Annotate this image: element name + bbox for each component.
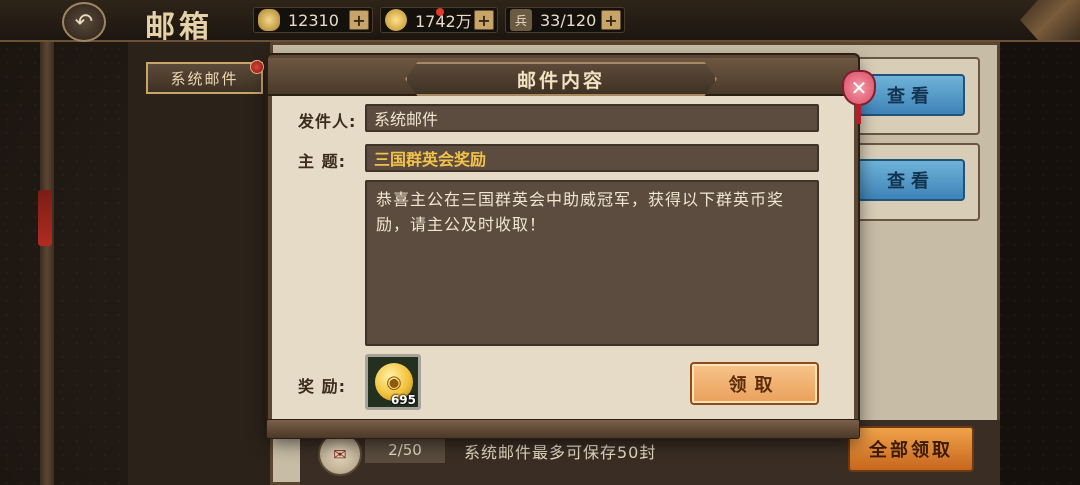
sender-field: 系统邮件 [365, 104, 819, 132]
reward-item-slot[interactable]: ◉ 695 [365, 354, 421, 410]
tab-system-mail[interactable]: 系统邮件 [146, 62, 263, 94]
decorative-tassel [38, 190, 52, 246]
ingot-amount: 12310 [288, 10, 339, 30]
page-title: 邮箱 [145, 10, 213, 45]
mail-body: 恭喜主公在三国群英会中助威冠军，获得以下群英币奖励，请主公及时收取！ [365, 180, 819, 346]
close-button[interactable]: ✕ [842, 70, 876, 106]
notification-dot [436, 8, 444, 16]
troop-amount: 33/120 [540, 10, 597, 30]
back-arrow-icon: ↶ [74, 9, 94, 35]
resource-ingot: 12310 + [253, 7, 373, 33]
mail-count: 2/50 [365, 437, 445, 463]
add-ingot-button[interactable]: + [349, 10, 369, 30]
ingot-icon [258, 9, 280, 31]
view-mail-button[interactable]: 查看 [857, 159, 965, 201]
coin-icon [385, 9, 407, 31]
sender-label: 发件人: [298, 112, 357, 131]
claim-button[interactable]: 领取 [690, 362, 819, 405]
troop-icon: 兵 [510, 9, 532, 31]
resource-troop: 兵 33/120 + [505, 7, 625, 33]
close-icon: ✕ [850, 76, 868, 100]
mail-category-panel [128, 42, 276, 485]
decorative-tassel [855, 104, 861, 124]
subject-label: 主 题: [298, 152, 346, 171]
add-troop-button[interactable]: + [601, 10, 621, 30]
reward-label: 奖 励: [298, 377, 346, 396]
claim-all-button[interactable]: 全部领取 [848, 426, 974, 472]
notification-dot [250, 60, 264, 74]
mail-limit-note: 系统邮件最多可保存50封 [464, 443, 657, 462]
subject-field: 三国群英会奖励 [365, 144, 819, 172]
dialog-title: 邮件内容 [405, 62, 717, 96]
coin-amount: 1742万 [415, 12, 472, 31]
dialog-bottom-rail [266, 419, 860, 439]
reward-quantity: 695 [390, 393, 416, 407]
add-coin-button[interactable]: + [474, 10, 494, 30]
back-button[interactable]: ↶ [62, 2, 106, 42]
